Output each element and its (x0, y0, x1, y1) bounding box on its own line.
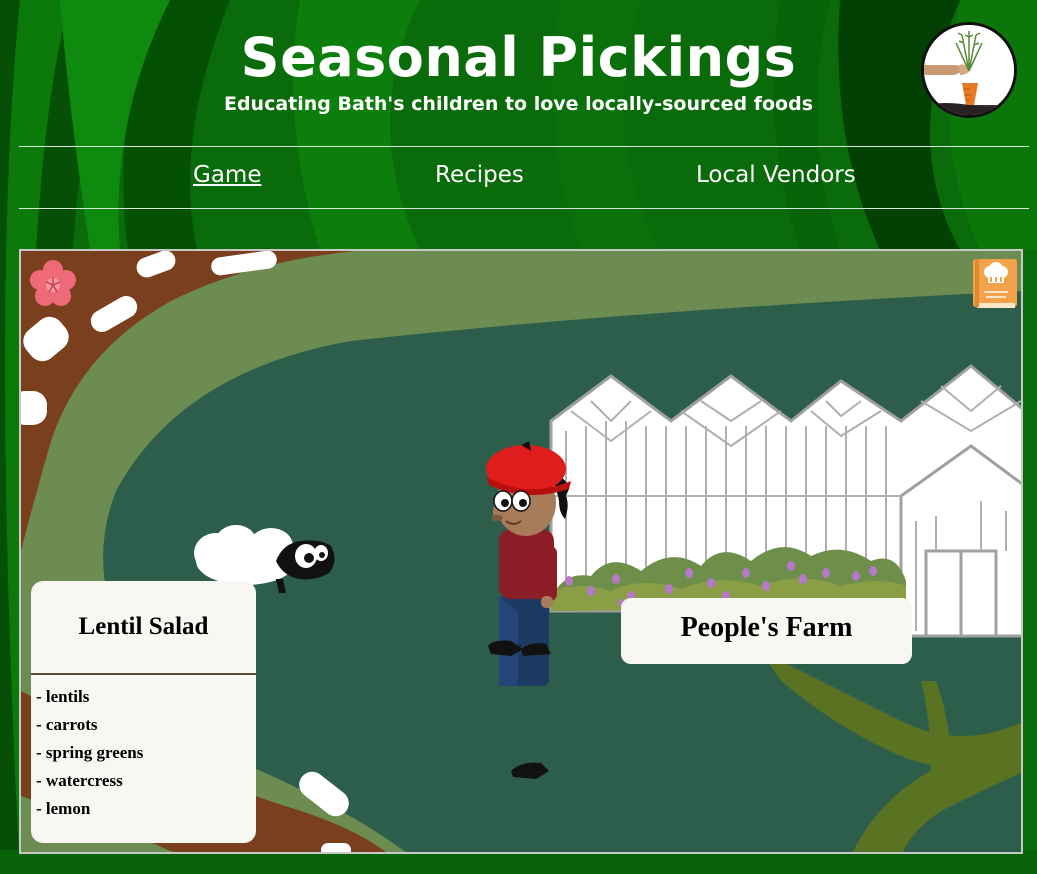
ingredient-item: - carrots (36, 715, 98, 734)
recipe-book-icon[interactable] (972, 257, 1018, 309)
main-nav: Game Recipes Local Vendors (19, 146, 1029, 209)
carrot-logo-icon[interactable] (921, 22, 1017, 118)
recipe-divider (31, 673, 256, 675)
site-title: Seasonal Pickings (240, 26, 797, 89)
nav-link-game[interactable]: Game (193, 162, 261, 188)
cherry-blossom-icon[interactable] (28, 259, 78, 309)
recipe-title: Lentil Salad (78, 613, 209, 640)
ingredient-item: - watercress (36, 771, 123, 790)
nav-link-local-vendors[interactable]: Local Vendors (696, 162, 856, 188)
nav-link-recipes[interactable]: Recipes (435, 162, 524, 188)
game-canvas[interactable]: Lentil Salad - lentils - carrots - sprin… (19, 249, 1023, 854)
site-subtitle: Educating Bath's children to love locall… (223, 93, 814, 115)
location-label[interactable]: People's Farm (621, 598, 912, 664)
ingredient-item: - lentils (36, 687, 90, 706)
ingredient-item: - lemon (36, 799, 91, 818)
ingredient-item: - spring greens (36, 743, 144, 762)
ingredient-list: - lentils - carrots - spring greens - wa… (36, 683, 143, 823)
site-header: Seasonal Pickings Educating Bath's child… (0, 0, 1037, 140)
recipe-card: Lentil Salad - lentils - carrots - sprin… (31, 581, 256, 843)
